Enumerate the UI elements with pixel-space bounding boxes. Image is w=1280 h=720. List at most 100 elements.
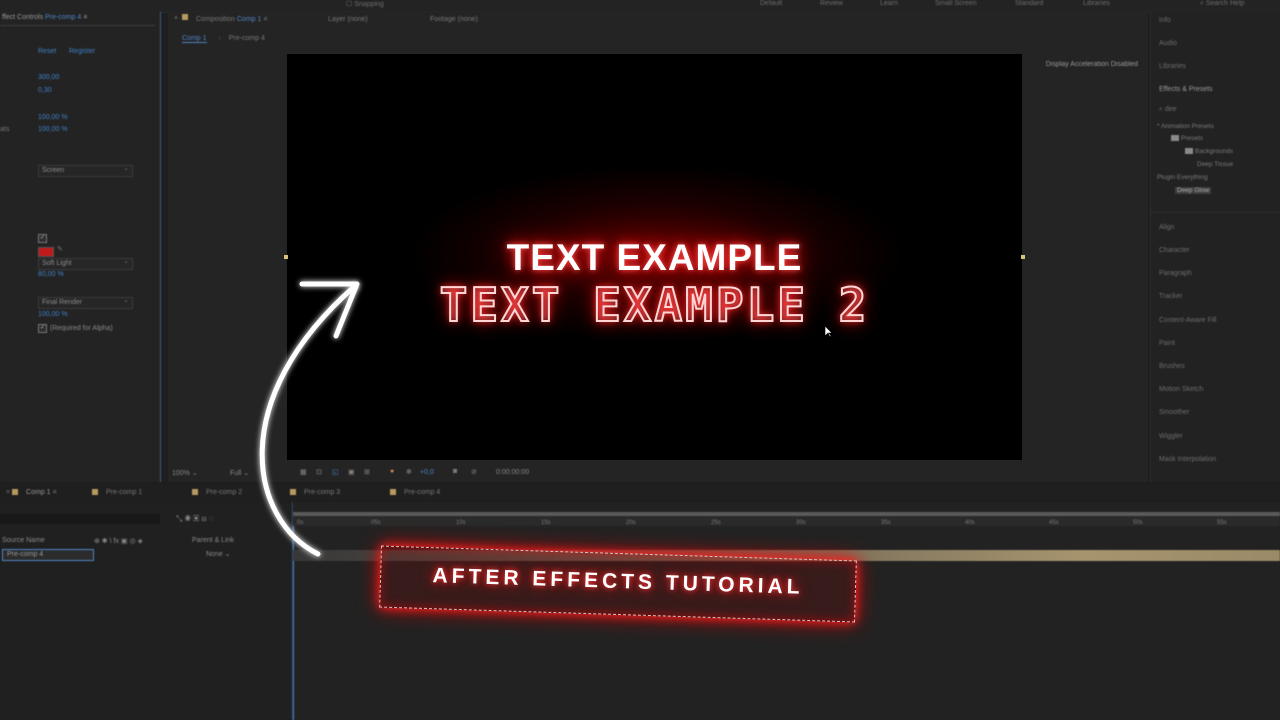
workspace-libraries[interactable]: Libraries	[1083, 0, 1110, 7]
effect-controls-tab[interactable]: ffect Controls Pre-comp 4 ≡	[2, 14, 87, 21]
comp-icon	[390, 489, 396, 496]
panel-paint[interactable]: Paint	[1159, 340, 1175, 347]
effect-controls-panel: ffect Controls Pre-comp 4 ≡ Reset Regist…	[0, 12, 161, 482]
effect-controls-title: ffect Controls	[2, 14, 44, 21]
color-swatch[interactable]	[38, 247, 54, 257]
comp-icon	[92, 489, 98, 496]
comp-icon	[12, 489, 19, 496]
percent-field[interactable]: 80,00 %	[38, 271, 64, 278]
color-channel-icon[interactable]: ●	[390, 468, 394, 475]
text-layer-2[interactable]: TEXT EXAMPLE 2	[287, 277, 1022, 333]
show-snapshot-icon[interactable]: ⊘	[471, 468, 477, 476]
tab-footage[interactable]: Footage (none)	[430, 16, 478, 23]
exposure-value[interactable]: +0,0	[420, 469, 434, 476]
ruler-tick: 15s	[541, 520, 551, 526]
effect-controls-comp: Pre-comp 4	[45, 14, 82, 21]
panel-audio[interactable]: Audio	[1159, 40, 1177, 47]
composition-tabs: × Composition Comp 1 ≡ Layer (none) Foot…	[168, 12, 1148, 32]
value-field-2[interactable]: 0,30	[38, 87, 52, 94]
text-layer-1[interactable]: TEXT EXAMPLE	[287, 237, 1022, 279]
alpha-checkbox[interactable]: ✓	[38, 324, 47, 333]
tab-divider	[0, 25, 155, 26]
transform-handle-left[interactable]	[284, 255, 288, 259]
ruler-tick: 45s	[1049, 520, 1059, 526]
value-field-4[interactable]: 100,00 %	[38, 126, 68, 133]
ruler-tick: 10s	[456, 520, 466, 526]
panel-tracker[interactable]: Tracker	[1159, 293, 1182, 300]
render-mode-dropdown[interactable]: Final Render	[38, 296, 133, 309]
blend-mode-2-dropdown[interactable]: Soft Light	[38, 257, 133, 270]
transform-handle-right[interactable]	[1021, 255, 1025, 259]
zoom-value: 100%	[172, 470, 190, 477]
ruler-tick: 25s	[711, 520, 721, 526]
breadcrumb-comp1[interactable]: Comp 1	[182, 35, 207, 43]
register-link[interactable]: Register	[69, 48, 95, 55]
snapping-toggle[interactable]: ☐ Snapping	[346, 0, 384, 8]
blend-mode-dropdown[interactable]: Screen	[38, 164, 133, 177]
workspace-small-screen[interactable]: Small Screen	[935, 0, 977, 7]
value-field-5[interactable]: 100,00 %	[38, 311, 68, 318]
ruler-tick: 55s	[1217, 520, 1227, 526]
panel-libraries[interactable]: Libraries	[1159, 63, 1186, 70]
close-icon[interactable]: ×	[174, 15, 178, 22]
curved-arrow-icon	[259, 281, 360, 557]
panel-character[interactable]: Character	[1159, 247, 1190, 254]
layer-name-field[interactable]: Pre-comp 4	[2, 549, 94, 561]
parent-value: None	[206, 551, 223, 558]
snapshot-icon[interactable]: ◙	[453, 468, 457, 475]
eyedropper-icon[interactable]: ✎	[57, 245, 63, 253]
source-name-header: Source Name	[2, 537, 45, 544]
ruler-tick: 20s	[626, 520, 636, 526]
value-field-1[interactable]: 300,00	[38, 74, 59, 81]
panel-mask-interpolation[interactable]: Mask Interpolation	[1159, 456, 1216, 463]
panel-brushes[interactable]: Brushes	[1159, 363, 1185, 370]
tree-deep-tissue[interactable]: Deep Tissue	[1197, 161, 1233, 168]
panel-info[interactable]: Info	[1159, 17, 1171, 24]
composition-tab-name: Comp 1	[236, 16, 262, 23]
tab-layer[interactable]: Layer (none)	[328, 16, 368, 23]
workspace-standard[interactable]: Standard	[1015, 0, 1043, 7]
panel-align[interactable]: Align	[1159, 224, 1175, 231]
property-label: ats	[0, 126, 10, 133]
effects-search[interactable]: ⌕ dee	[1159, 106, 1177, 114]
ruler-tick: 40s	[965, 520, 975, 526]
tree-deep-glow[interactable]: Deep Glow	[1175, 187, 1212, 194]
ruler-tick: 35s	[881, 520, 891, 526]
timeline-search[interactable]	[0, 514, 160, 524]
timecode[interactable]: 0:00:00:00	[496, 469, 529, 476]
parent-dropdown[interactable]: None ⌄	[206, 550, 231, 558]
search-help[interactable]: ⌕ Search Help	[1200, 0, 1244, 8]
tree-presets[interactable]: Presets	[1171, 135, 1203, 142]
workspace-default[interactable]: Default	[760, 0, 782, 7]
workspace-review[interactable]: Review	[820, 0, 843, 7]
panel-smoother[interactable]: Smoother	[1159, 409, 1189, 416]
time-ruler[interactable]: 0s 05s 10s 15s 20s 25s 30s 35s 40s 45s 5…	[293, 516, 1280, 526]
effects-search-value: dee	[1164, 106, 1177, 113]
timeline-tab-comp1[interactable]: × Comp 1 ≡	[6, 489, 57, 496]
panel-motion-sketch[interactable]: Motion Sketch	[1159, 386, 1203, 393]
enable-checkbox[interactable]: ✓	[38, 234, 47, 243]
workspace-learn[interactable]: Learn	[880, 0, 898, 7]
panel-content-aware-fill[interactable]: Content-Aware Fill	[1159, 317, 1216, 324]
panel-wiggler[interactable]: Wiggler	[1159, 433, 1183, 440]
zoom-dropdown[interactable]: 100% ⌄	[172, 469, 198, 477]
acceleration-notice: Display Acceleration Disabled	[1045, 61, 1138, 68]
timeline-tab-precomp1[interactable]: Pre-comp 1	[92, 489, 142, 496]
folder-icon	[1171, 135, 1179, 142]
tree-backgrounds-label: Backgrounds	[1195, 148, 1233, 155]
exposure-icon[interactable]: ✻	[406, 468, 412, 476]
tree-plugin-everything[interactable]: Plugin Everything	[1157, 174, 1208, 181]
value-field-3[interactable]: 100,00 %	[38, 114, 68, 121]
layer-switches-icons[interactable]: ⤡ ◉ ▣ ⊟ ◌	[176, 514, 214, 524]
reset-link[interactable]: Reset	[38, 48, 56, 55]
breadcrumb-precomp4[interactable]: Pre-comp 4	[229, 35, 265, 42]
tab-composition[interactable]: Composition Comp 1 ≡	[196, 16, 267, 23]
comp-icon	[192, 489, 198, 496]
tree-backgrounds[interactable]: Backgrounds	[1185, 148, 1233, 155]
panel-effects-presets[interactable]: Effects & Presets	[1159, 86, 1213, 93]
timeline-tab-precomp4[interactable]: Pre-comp 4	[390, 489, 440, 496]
composition-canvas[interactable]: TEXT EXAMPLE TEXT EXAMPLE 2	[287, 54, 1022, 460]
snapping-label: Snapping	[354, 1, 384, 8]
tree-animation-presets[interactable]: * Animation Presets	[1157, 123, 1214, 130]
panel-paragraph[interactable]: Paragraph	[1159, 270, 1192, 277]
